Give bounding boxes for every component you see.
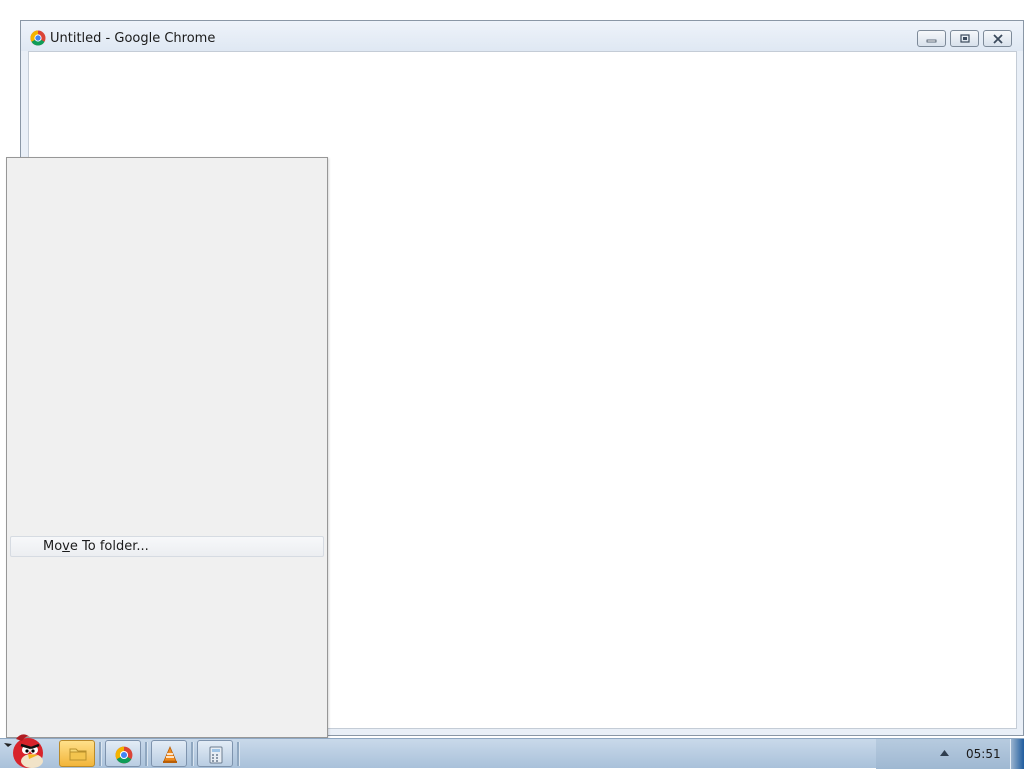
chrome-icon <box>30 30 46 46</box>
taskbar-separator <box>237 742 240 766</box>
context-menu: Move To folder... <box>6 157 328 738</box>
taskbar-vlc-button[interactable] <box>151 740 187 767</box>
folder-icon <box>69 748 87 761</box>
taskbar-separator <box>99 742 102 766</box>
taskbar-calculator-button[interactable] <box>197 740 233 767</box>
title-bar[interactable]: Untitled - Google Chrome <box>21 21 1023 51</box>
close-button[interactable] <box>983 30 1012 47</box>
vlc-icon <box>163 746 177 763</box>
show-hidden-icons-icon[interactable] <box>940 750 949 756</box>
taskbar-separator <box>145 742 148 766</box>
angry-bird-start-icon[interactable] <box>2 731 50 769</box>
system-tray: 05:51 <box>876 739 1010 769</box>
calculator-icon <box>209 746 223 764</box>
mnemonic-letter: v <box>62 539 70 554</box>
clock[interactable]: 05:51 <box>966 747 1001 761</box>
restore-button[interactable] <box>950 30 979 47</box>
chrome-icon <box>115 746 133 764</box>
close-icon <box>993 34 1003 44</box>
minimize-icon <box>926 39 937 43</box>
minimize-button[interactable] <box>917 30 946 47</box>
taskbar-folder-button[interactable] <box>59 740 95 767</box>
taskbar: 05:51 <box>0 734 1024 769</box>
taskbar-separator <box>191 742 194 766</box>
restore-icon <box>960 34 970 43</box>
show-desktop-button[interactable] <box>1010 739 1024 769</box>
taskbar-chrome-button[interactable] <box>105 740 141 767</box>
menu-item-label: Move To folder... <box>43 539 149 554</box>
menu-item-move-to-folder[interactable]: Move To folder... <box>10 536 324 557</box>
window-title: Untitled - Google Chrome <box>50 31 216 46</box>
